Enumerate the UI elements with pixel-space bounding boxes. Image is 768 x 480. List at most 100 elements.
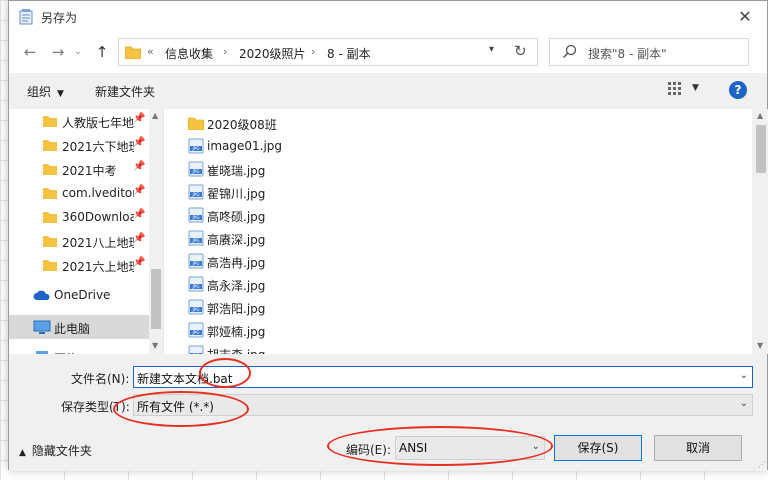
- address-separator[interactable]: ›: [311, 45, 315, 58]
- scrollbar-thumb[interactable]: [151, 269, 161, 329]
- file-item[interactable]: JPG 郭娅楠.jpg: [188, 319, 488, 342]
- address-separator[interactable]: ›: [223, 45, 227, 58]
- dialog-title: 另存为: [41, 11, 78, 25]
- recent-locations-chevron-icon[interactable]: ⌄: [71, 41, 85, 63]
- jpg-file-icon: JPG: [188, 299, 204, 315]
- resize-grip-icon[interactable]: ⋰: [758, 460, 766, 469]
- refresh-icon[interactable]: ↻: [514, 42, 527, 60]
- nav-item-label: 2021中考: [62, 164, 117, 178]
- file-name: 高赓深.jpg: [207, 233, 266, 247]
- scroll-down-icon[interactable]: ▼: [757, 341, 763, 350]
- pin-icon: 📌: [133, 257, 146, 268]
- new-folder-button[interactable]: 新建文件夹: [95, 83, 155, 100]
- file-item[interactable]: JPG 翟锦川.jpg: [188, 181, 488, 204]
- address-segment[interactable]: 8 - 副本: [327, 45, 371, 62]
- chevron-down-icon[interactable]: ⌄: [532, 441, 540, 452]
- filename-input[interactable]: 新建文本文档.bat ⌄: [133, 366, 753, 388]
- view-grid-icon[interactable]: [667, 81, 683, 97]
- organize-button[interactable]: 组织 ▼: [27, 83, 64, 100]
- file-name: 高浩冉.jpg: [207, 256, 266, 270]
- file-item[interactable]: JPG 高赓深.jpg: [188, 227, 488, 250]
- nav-item-label: 2021六下地理: [62, 140, 134, 154]
- svg-text:JPG: JPG: [191, 169, 199, 174]
- computer-icon: [33, 320, 51, 334]
- address-overflow[interactable]: «: [147, 45, 154, 58]
- nav-item-label: 2021六上地理: [62, 260, 134, 274]
- nav-item-quick-access[interactable]: 人教版七年地 📌: [9, 109, 149, 133]
- file-name: 高咚硕.jpg: [207, 210, 266, 224]
- jpg-file-icon: JPG: [188, 253, 204, 269]
- nav-item-this-pc[interactable]: 此电脑: [9, 315, 149, 339]
- chevron-down-icon[interactable]: ⌄: [740, 370, 748, 381]
- scroll-up-icon[interactable]: ▲: [757, 111, 763, 120]
- forward-arrow-icon[interactable]: →: [47, 41, 69, 63]
- nav-item-quick-access[interactable]: 2021六下地理 📌: [9, 133, 149, 157]
- address-segment[interactable]: 信息收集: [165, 45, 213, 62]
- nav-item-quick-access[interactable]: 2021中考 📌: [9, 157, 149, 181]
- folder-item[interactable]: 2020级08班: [188, 112, 488, 135]
- file-item[interactable]: JPG 郭浩阳.jpg: [188, 296, 488, 319]
- jpg-file-icon: JPG: [188, 161, 204, 177]
- file-list: 2020级08班 JPG image01.jpg JPG 崔晓瑞.jpg JPG 翟锦川.j…: [163, 109, 768, 354]
- pin-icon: 📌: [133, 233, 146, 244]
- jpg-file-icon: JPG: [188, 138, 204, 154]
- file-name: 高永泽.jpg: [207, 279, 266, 293]
- scrollbar-thumb[interactable]: [756, 125, 766, 173]
- address-dropdown-icon[interactable]: ▾: [489, 44, 494, 55]
- svg-text:JPG: JPG: [191, 192, 199, 197]
- save-form: 文件名(N): 新建文本文档.bat ⌄ 保存类型(T): 所有文件 (*.*)…: [9, 354, 767, 471]
- folder-icon: [188, 117, 204, 130]
- nav-item-quick-access[interactable]: 2021八上地理 📌: [9, 229, 149, 253]
- file-item[interactable]: JPG 高浩冉.jpg: [188, 250, 488, 273]
- title-bar: 另存为 ✕: [9, 1, 767, 33]
- svg-text:JPG: JPG: [191, 307, 199, 312]
- search-placeholder: 搜索"8 - 副本": [588, 47, 667, 61]
- nav-item-label: 人教版七年地: [62, 116, 134, 130]
- file-name: 崔晓瑞.jpg: [207, 164, 266, 178]
- jpg-file-icon: JPG: [188, 184, 204, 200]
- file-item[interactable]: JPG 高咚硕.jpg: [188, 204, 488, 227]
- folder-icon: [43, 236, 57, 247]
- folder-icon: [43, 188, 57, 199]
- notepad-icon: [19, 9, 33, 25]
- back-arrow-icon[interactable]: ←: [19, 41, 41, 63]
- nav-item-network[interactable]: 网络: [9, 345, 149, 354]
- filetype-select[interactable]: 所有文件 (*.*) ⌄: [133, 394, 753, 416]
- scroll-down-icon[interactable]: ▼: [152, 341, 158, 350]
- nav-pane-scrollbar[interactable]: ▲ ▼: [149, 109, 163, 354]
- nav-item-quick-access[interactable]: 360Downloa 📌: [9, 205, 149, 229]
- jpg-file-icon: JPG: [188, 276, 204, 292]
- file-name: 2020级08班: [207, 118, 277, 132]
- search-box[interactable]: 搜索"8 - 副本": [549, 38, 749, 66]
- chevron-down-icon[interactable]: ⌄: [740, 398, 748, 409]
- filename-value: 新建文本文档.bat: [137, 372, 233, 386]
- up-arrow-icon[interactable]: ↑: [91, 41, 113, 63]
- search-icon: [562, 44, 577, 59]
- hide-folders-toggle[interactable]: ▲ 隐藏文件夹: [19, 442, 92, 459]
- nav-item-quick-access[interactable]: 2021六上地理 📌: [9, 253, 149, 277]
- nav-item-quick-access[interactable]: com.lveditor 📌: [9, 181, 149, 205]
- svg-text:JPG: JPG: [191, 215, 199, 220]
- file-item[interactable]: JPG image01.jpg: [188, 135, 488, 158]
- save-button[interactable]: 保存(S): [554, 435, 642, 461]
- filetype-label: 保存类型(T):: [61, 400, 130, 414]
- address-segment[interactable]: 2020级照片: [239, 45, 306, 62]
- folder-icon: [43, 116, 57, 127]
- close-button[interactable]: ✕: [723, 1, 767, 33]
- folder-icon: [43, 164, 57, 175]
- file-list-scrollbar[interactable]: ▲ ▼: [752, 109, 768, 354]
- nav-item-label: 2021八上地理: [62, 236, 134, 250]
- address-bar[interactable]: « 信息收集 › 2020级照片 › 8 - 副本 ▾ ↻: [118, 38, 538, 66]
- nav-item-label: 360Downloa: [62, 210, 134, 224]
- chevron-down-icon: ▼: [57, 89, 64, 99]
- cancel-button[interactable]: 取消: [654, 435, 742, 461]
- file-item[interactable]: JPG胡志森.jpg: [188, 342, 488, 354]
- nav-item-onedrive[interactable]: OneDrive: [9, 283, 149, 307]
- file-item[interactable]: JPG 高永泽.jpg: [188, 273, 488, 296]
- file-item[interactable]: JPG 崔晓瑞.jpg: [188, 158, 488, 181]
- svg-text:JPG: JPG: [191, 284, 199, 289]
- encoding-select[interactable]: ANSI ⌄: [395, 436, 545, 460]
- help-button[interactable]: ?: [729, 81, 747, 99]
- scroll-up-icon[interactable]: ▲: [152, 111, 158, 120]
- view-options-dropdown-icon[interactable]: ▼: [692, 83, 699, 93]
